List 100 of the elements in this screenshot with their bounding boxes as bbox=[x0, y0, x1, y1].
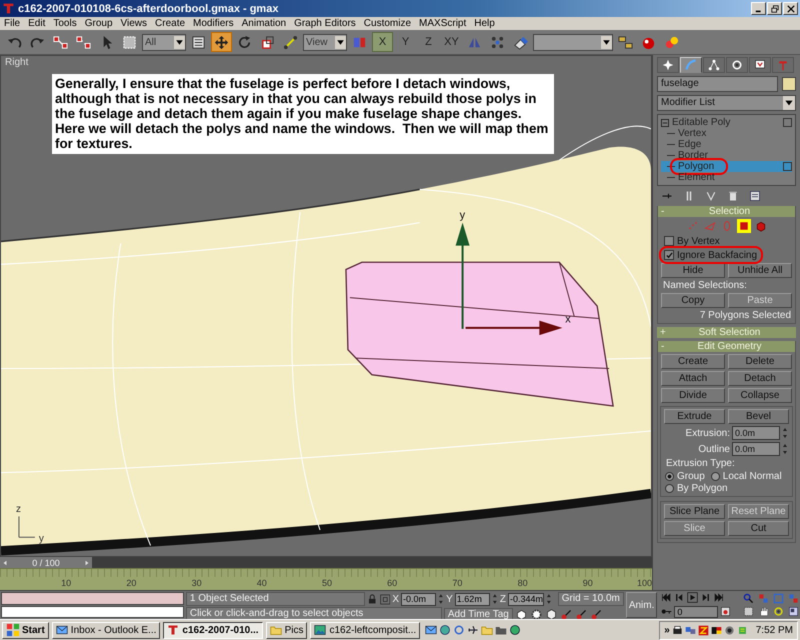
collapse-icon[interactable] bbox=[661, 118, 669, 126]
coordinate-field[interactable]: -0.344m bbox=[508, 592, 544, 606]
sub-object-item[interactable]: Polygon bbox=[661, 161, 792, 172]
motion-tab[interactable] bbox=[726, 57, 748, 73]
create-tab[interactable] bbox=[657, 57, 679, 73]
polygon-mode-button[interactable] bbox=[736, 219, 750, 233]
panel-button[interactable]: Cut bbox=[728, 521, 789, 536]
radio-button[interactable] bbox=[665, 472, 674, 481]
next-frame-icon[interactable] bbox=[700, 592, 712, 604]
hierarchy-tab[interactable] bbox=[703, 57, 725, 73]
region-zoom-icon[interactable] bbox=[743, 606, 754, 617]
panel-button[interactable]: Attach bbox=[661, 371, 725, 386]
taskbar-button[interactable]: Inbox - Outlook E... bbox=[52, 622, 160, 638]
panel-button[interactable]: Create bbox=[661, 354, 725, 369]
menu-item[interactable]: Customize bbox=[360, 18, 416, 30]
menu-item[interactable]: File bbox=[0, 18, 24, 30]
printer-icon[interactable] bbox=[672, 624, 683, 636]
hand-icon[interactable] bbox=[758, 606, 770, 617]
modify-tab[interactable] bbox=[680, 57, 702, 73]
menu-item[interactable]: Views bbox=[116, 18, 152, 30]
display-tab[interactable] bbox=[749, 57, 771, 73]
panel-button[interactable]: Copy bbox=[661, 293, 725, 308]
previous-frame-icon[interactable] bbox=[674, 592, 686, 604]
spinner-field[interactable]: 0.0m bbox=[732, 442, 780, 456]
menu-item[interactable]: MAXScript bbox=[415, 18, 470, 30]
time-configuration-icon[interactable] bbox=[720, 606, 732, 618]
panel-button[interactable]: Hide bbox=[661, 263, 725, 278]
modifier-list-dropdown[interactable]: Modifier List bbox=[657, 95, 796, 111]
stack-item[interactable]: Editable Poly bbox=[672, 117, 780, 128]
start-button[interactable]: Start bbox=[2, 622, 49, 638]
lock-icon[interactable] bbox=[367, 594, 378, 604]
dropdown[interactable]: All bbox=[142, 34, 186, 50]
toggle-icon[interactable] bbox=[783, 162, 792, 171]
panel-button[interactable]: Divide bbox=[661, 388, 725, 403]
time-slider-thumb[interactable]: 0 / 100 bbox=[0, 557, 92, 568]
radio-button[interactable] bbox=[710, 472, 720, 481]
menu-item[interactable]: Graph Editors bbox=[290, 18, 360, 30]
color-blocks-icon[interactable] bbox=[710, 624, 722, 636]
spinner-field[interactable]: 0.0m bbox=[732, 426, 780, 440]
listener-field[interactable] bbox=[1, 606, 184, 618]
menu-item[interactable]: Modifiers bbox=[189, 18, 238, 30]
sub-object-item[interactable]: Vertex bbox=[661, 128, 792, 139]
checkbox[interactable] bbox=[664, 250, 674, 260]
spinner-arrows-icon[interactable] bbox=[782, 443, 788, 455]
restore-button[interactable] bbox=[767, 2, 782, 15]
play-icon[interactable] bbox=[687, 592, 698, 604]
rollout-header[interactable]: - Selection bbox=[658, 206, 795, 217]
radio-button[interactable] bbox=[665, 484, 674, 493]
anim-button[interactable]: Anim. bbox=[626, 592, 658, 618]
toggle-icon[interactable] bbox=[783, 118, 792, 127]
panel-button[interactable]: Bevel bbox=[728, 409, 789, 424]
taskbar-button[interactable]: Pics bbox=[266, 622, 308, 638]
window-polygon[interactable] bbox=[345, 262, 614, 407]
move-button[interactable] bbox=[211, 32, 232, 52]
panel-button[interactable]: Unhide All bbox=[728, 263, 792, 278]
spinner-arrows-icon[interactable] bbox=[492, 593, 498, 605]
folder-icon[interactable] bbox=[495, 624, 508, 636]
frame-field[interactable]: 0 bbox=[674, 606, 718, 618]
mail-icon[interactable] bbox=[425, 624, 438, 636]
coordinate-field[interactable]: 1.62m bbox=[454, 592, 490, 606]
move-gizmo[interactable] bbox=[456, 222, 562, 336]
key-icon[interactable] bbox=[560, 608, 573, 620]
spinner-arrows-icon[interactable] bbox=[782, 427, 788, 439]
panel-button[interactable]: Collapse bbox=[728, 388, 792, 403]
panel-button[interactable]: Extrude bbox=[664, 409, 725, 424]
sub-object-item[interactable]: Element bbox=[661, 172, 792, 183]
go-to-start-icon[interactable] bbox=[661, 592, 672, 604]
taskbar-button[interactable]: c162-2007-010... bbox=[163, 622, 263, 638]
sub-object-item[interactable]: Edge bbox=[661, 139, 792, 150]
coordinate-field[interactable]: -0.0m bbox=[401, 592, 436, 606]
airplane-icon[interactable] bbox=[467, 624, 480, 636]
menu-item[interactable]: Help bbox=[470, 18, 499, 30]
panel-button[interactable]: Delete bbox=[728, 354, 792, 369]
tray-expand-chevron[interactable]: » bbox=[664, 624, 670, 636]
close-button[interactable] bbox=[783, 2, 798, 15]
panel-button[interactable]: Slice Plane bbox=[664, 504, 725, 519]
gear-icon[interactable] bbox=[530, 608, 543, 620]
axis-button[interactable]: X bbox=[372, 32, 393, 52]
dropdown[interactable] bbox=[533, 34, 613, 50]
sub-object-item[interactable]: Border bbox=[661, 150, 792, 161]
track-bar[interactable]: 10 20 30 40 50 60 70 80 90 100 bbox=[0, 568, 652, 590]
panel-button[interactable]: Detach bbox=[728, 371, 792, 386]
minimize-button[interactable] bbox=[751, 2, 766, 15]
key-icon[interactable] bbox=[574, 608, 588, 620]
maximize-icon[interactable] bbox=[788, 606, 800, 617]
absolute-mode-icon[interactable] bbox=[380, 594, 390, 604]
object-color-swatch[interactable] bbox=[782, 77, 796, 91]
checkbox[interactable] bbox=[664, 236, 674, 246]
key-icon[interactable] bbox=[590, 608, 603, 620]
go-to-end-icon[interactable] bbox=[713, 592, 724, 604]
spinner-arrows-icon[interactable] bbox=[438, 593, 444, 605]
menu-item[interactable]: Group bbox=[80, 18, 117, 30]
menu-item[interactable]: Edit bbox=[24, 18, 50, 30]
magnifier-icon[interactable] bbox=[743, 593, 754, 604]
object-name-field[interactable]: fuselage bbox=[657, 76, 778, 92]
listener-field[interactable] bbox=[1, 592, 184, 604]
viewport-label[interactable]: Right bbox=[5, 57, 28, 68]
taskbar-button[interactable]: c162-leftcomposit... bbox=[310, 622, 420, 638]
rollout-header[interactable]: + Soft Selection bbox=[657, 327, 796, 338]
rollout-header[interactable]: - Edit Geometry bbox=[658, 341, 795, 352]
